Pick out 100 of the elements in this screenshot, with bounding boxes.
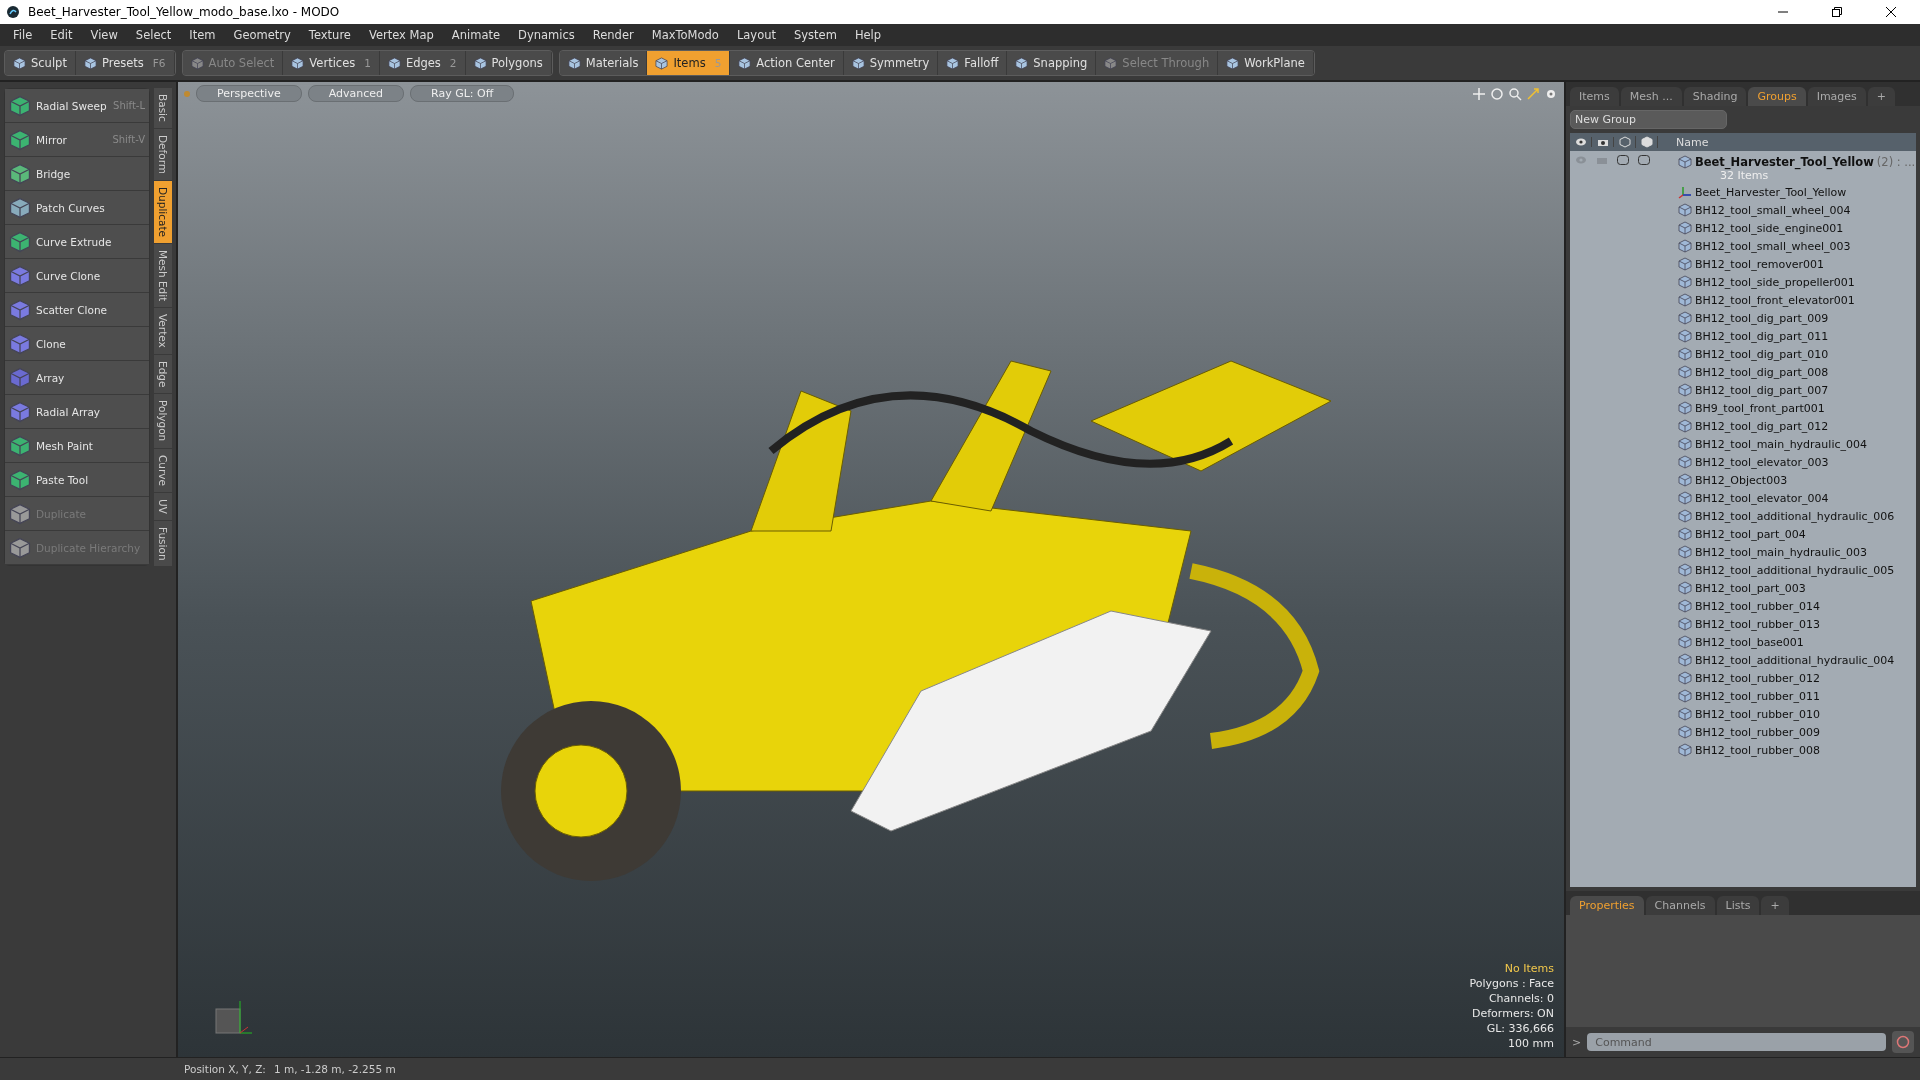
menu-item[interactable]: Vertex Map — [359, 28, 443, 42]
eye-icon[interactable] — [1574, 137, 1587, 147]
menu-item[interactable]: System — [785, 28, 846, 42]
panel-tab[interactable]: Properties — [1570, 896, 1644, 915]
new-group-button[interactable]: New Group — [1570, 110, 1727, 129]
group-item[interactable]: BH12_tool_rubber_013 — [1695, 617, 1820, 631]
group-item[interactable]: BH12_tool_part_004 — [1695, 527, 1806, 541]
group-item[interactable]: BH12_tool_elevator_003 — [1695, 455, 1829, 469]
tool-button[interactable]: Bridge — [5, 157, 149, 191]
panel-tab[interactable]: + — [1867, 87, 1896, 106]
tool-button[interactable]: Clone — [5, 327, 149, 361]
group-name[interactable]: Beet_Harvester_Tool_Yellow (2) : ... — [1678, 155, 1916, 169]
group-item[interactable]: BH12_tool_dig_part_009 — [1695, 311, 1829, 325]
group-item[interactable]: BH12_tool_rubber_011 — [1695, 689, 1820, 703]
record-button[interactable] — [1892, 1031, 1914, 1053]
group-item[interactable]: BH12_tool_base001 — [1695, 635, 1804, 649]
group-item[interactable]: BH12_tool_additional_hydraulic_006 — [1695, 509, 1895, 523]
group-item[interactable]: BH12_tool_rubber_012 — [1695, 671, 1820, 685]
group-item[interactable]: BH12_tool_remover001 — [1695, 257, 1824, 271]
menu-item[interactable]: Layout — [727, 28, 785, 42]
toolbar-cube-icon — [851, 56, 865, 70]
panel-tab[interactable]: Lists — [1716, 896, 1760, 915]
tool-button[interactable]: Array — [5, 361, 149, 395]
tool-cube-icon — [9, 434, 31, 457]
panel-tab[interactable]: Items — [1570, 87, 1619, 106]
tool-button[interactable]: Patch Curves — [5, 191, 149, 225]
panel-tab[interactable]: + — [1761, 896, 1789, 915]
group-item[interactable]: BH12_tool_rubber_010 — [1695, 707, 1820, 721]
group-item[interactable]: BH12_Object003 — [1695, 473, 1788, 487]
search-icon[interactable] — [1508, 86, 1522, 101]
menu-item[interactable]: MaxToModo — [642, 28, 728, 42]
window-title: Beet_Harvester_Tool_Yellow_modo_base.lxo - MODO — [28, 5, 341, 19]
group-item[interactable]: BH12_tool_dig_part_008 — [1695, 365, 1829, 379]
cube-icon — [1678, 491, 1692, 505]
group-item[interactable]: BH12_tool_side_propeller001 — [1695, 275, 1855, 289]
expand-icon[interactable] — [1526, 86, 1540, 101]
tool-cube-icon — [9, 298, 31, 321]
tool-button[interactable]: Radial Array — [5, 395, 149, 429]
menu-item[interactable]: Select — [126, 28, 181, 42]
group-item[interactable]: BH12_tool_rubber_008 — [1695, 743, 1820, 757]
menu-item[interactable]: Edit — [41, 28, 82, 42]
panel-tab[interactable]: Images — [1807, 87, 1866, 106]
group-item[interactable]: BH12_tool_small_wheel_003 — [1695, 239, 1851, 253]
tool-button[interactable]: Mesh Paint — [5, 429, 149, 463]
panel-tab[interactable]: Mesh ... — [1620, 87, 1682, 106]
tool-button[interactable]: Mirror Shift-V — [5, 123, 149, 157]
cube-outline-icon[interactable] — [1618, 136, 1631, 148]
group-item[interactable]: BH12_tool_main_hydraulic_003 — [1695, 545, 1867, 559]
menu-item[interactable]: Help — [845, 28, 891, 42]
panel-tab[interactable]: Channels — [1645, 896, 1715, 915]
group-item[interactable]: BH12_tool_additional_hydraulic_005 — [1695, 563, 1895, 577]
group-item[interactable]: Beet_Harvester_Tool_Yellow — [1695, 185, 1847, 199]
panel-tab[interactable]: Shading — [1683, 87, 1747, 106]
toolbar-button[interactable]: Items 5 — [647, 51, 731, 75]
cube-icon — [1678, 239, 1692, 253]
toolbar-cube-icon — [387, 56, 401, 70]
group-item[interactable]: BH12_tool_dig_part_007 — [1695, 383, 1829, 397]
toolbar-cube-icon — [190, 56, 204, 70]
menu-item[interactable]: Animate — [442, 28, 510, 42]
toolbar-button[interactable]: Materials — [559, 51, 648, 75]
group-item[interactable]: BH12_tool_dig_part_012 — [1695, 419, 1829, 433]
group-item[interactable]: BH9_tool_front_part001 — [1695, 401, 1825, 415]
app-logo-icon — [6, 5, 20, 19]
tool-tab[interactable]: Duplicate — [154, 180, 172, 244]
tool-tab[interactable]: Basic — [154, 88, 172, 129]
close-icon[interactable] — [1886, 7, 1896, 17]
group-item[interactable]: BH12_tool_part_003 — [1695, 581, 1806, 595]
group-item[interactable]: BH12_tool_main_hydraulic_004 — [1695, 437, 1867, 451]
group-item[interactable]: BH12_tool_dig_part_010 — [1695, 347, 1829, 361]
group-item[interactable]: BH12_tool_rubber_014 — [1695, 599, 1820, 613]
group-item[interactable]: BH12_tool_side_engine001 — [1695, 221, 1844, 235]
command-field[interactable]: Command — [1587, 1033, 1886, 1051]
menu-item[interactable]: Item — [180, 28, 225, 42]
menu-item[interactable]: View — [81, 28, 127, 42]
group-item[interactable]: BH12_tool_dig_part_011 — [1695, 329, 1829, 343]
tool-button[interactable]: Paste Tool — [5, 463, 149, 497]
viewport-info-text: GL: 336,666 — [1486, 1021, 1554, 1036]
group-item[interactable]: BH12_tool_elevator_004 — [1695, 491, 1829, 505]
tool-button[interactable]: Radial Sweep Shift-L — [5, 89, 149, 123]
cube-icon — [1678, 545, 1692, 559]
cube-icon — [1678, 707, 1692, 721]
panel-tab[interactable]: Groups — [1748, 87, 1806, 106]
menu-item[interactable]: Render — [583, 28, 643, 42]
group-item[interactable]: BH12_tool_front_elevator001 — [1695, 293, 1855, 307]
menu-item[interactable]: Geometry — [224, 28, 300, 42]
toolbar-button[interactable]: Sculpt — [5, 51, 76, 75]
tool-button[interactable]: Curve Clone — [5, 259, 149, 293]
cube-icon — [1678, 329, 1692, 343]
restore-icon[interactable] — [1832, 7, 1842, 17]
group-item[interactable]: BH12_tool_small_wheel_004 — [1695, 203, 1851, 217]
checkbox-icon[interactable] — [1637, 155, 1650, 165]
group-item[interactable]: BH12_tool_additional_hydraulic_004 — [1695, 653, 1895, 667]
menu-item[interactable]: Dynamics — [509, 28, 584, 42]
cube-outline-icon[interactable] — [1640, 136, 1653, 148]
menu-item[interactable]: File — [4, 28, 42, 42]
tool-button[interactable]: Curve Extrude — [5, 225, 149, 259]
menu-item[interactable]: Texture — [299, 28, 360, 42]
tool-button[interactable]: Scatter Clone — [5, 293, 149, 327]
group-item[interactable]: BH12_tool_rubber_009 — [1695, 725, 1820, 739]
checkbox-icon[interactable] — [1616, 155, 1629, 165]
